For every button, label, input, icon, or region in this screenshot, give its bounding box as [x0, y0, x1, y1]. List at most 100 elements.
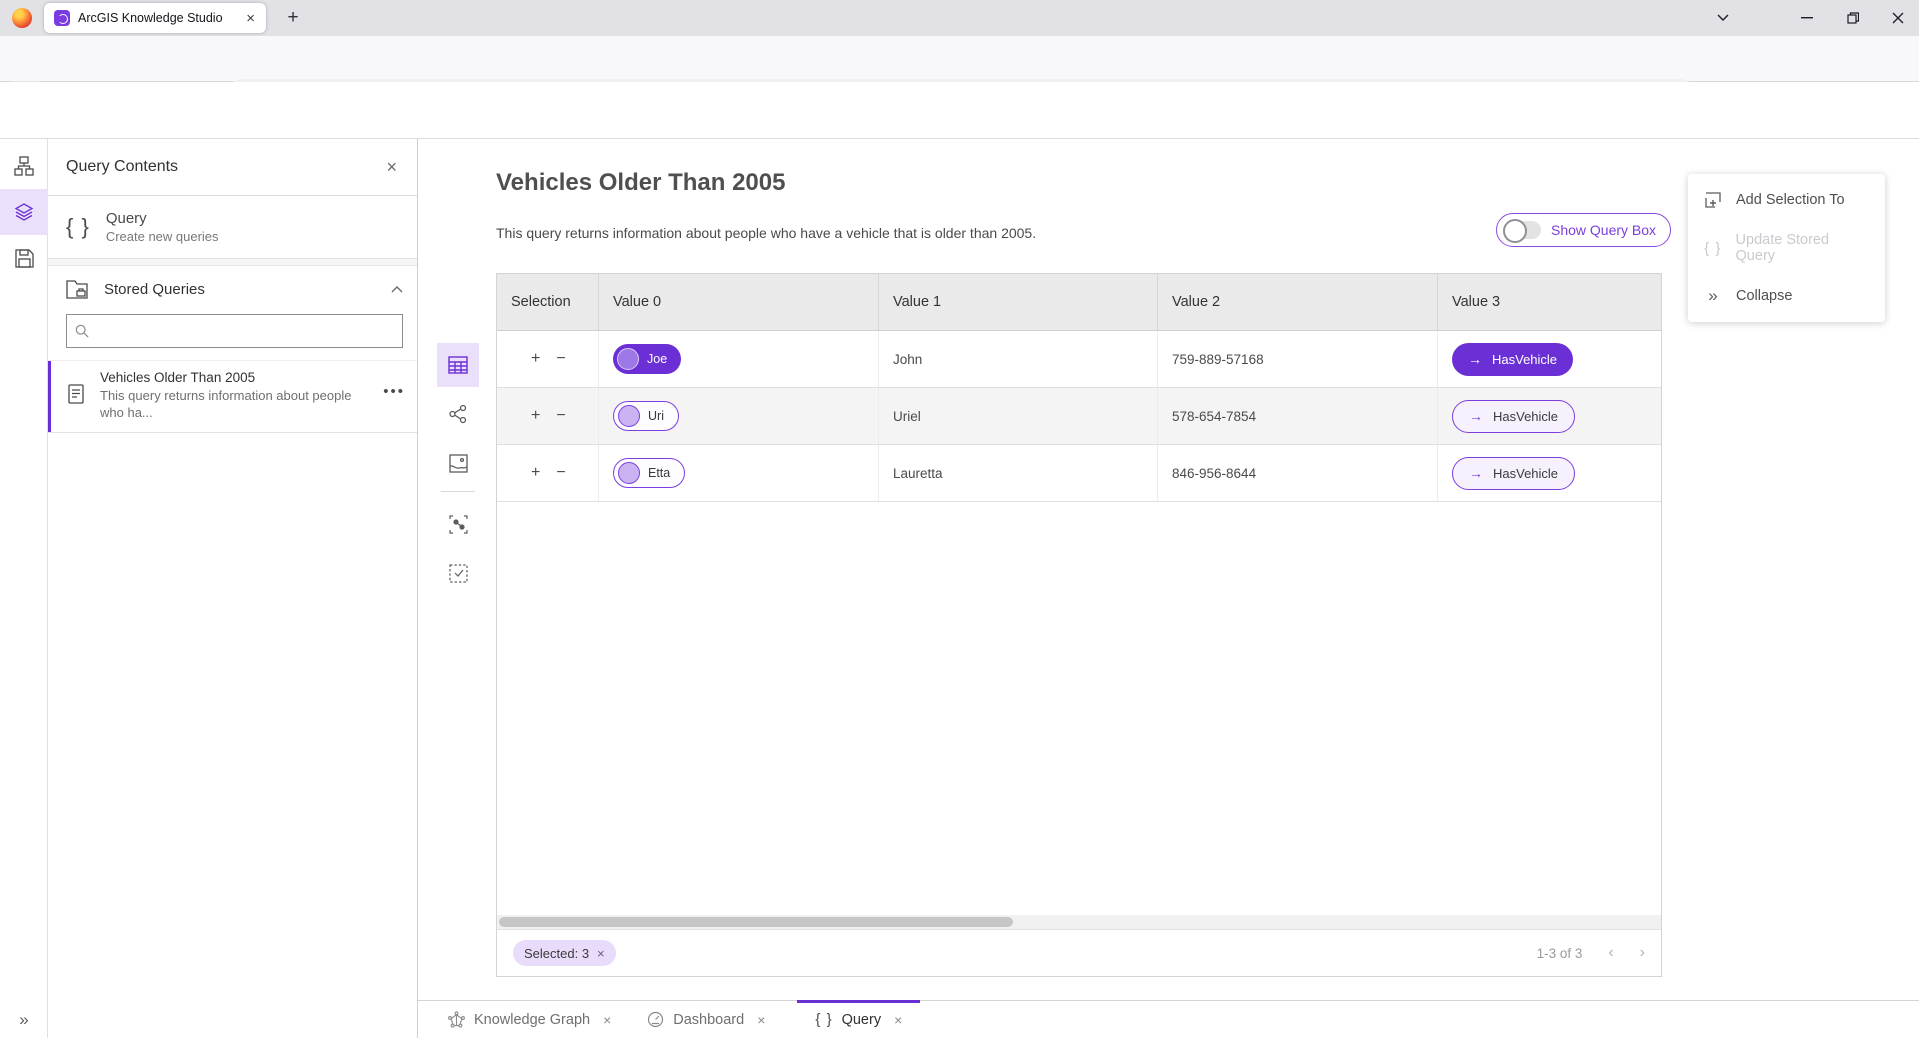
remove-from-selection-button[interactable]: − — [556, 465, 565, 481]
add-to-selection-button[interactable]: + — [531, 465, 540, 481]
show-query-box-toggle[interactable]: Show Query Box — [1496, 213, 1671, 247]
next-page-icon[interactable]: › — [1640, 944, 1645, 962]
arcgis-favicon-icon — [54, 10, 70, 26]
toggle-switch[interactable] — [1505, 221, 1541, 239]
list-tabs-icon[interactable] — [1702, 0, 1744, 36]
query-contents-panel: Query Contents × { } Query Create new qu… — [48, 139, 418, 1038]
result-view-toolbar — [437, 343, 479, 600]
expand-rail-icon[interactable]: » — [0, 1010, 48, 1030]
layers-rail-button[interactable] — [0, 189, 48, 235]
link-chart-view-button[interactable] — [437, 392, 479, 436]
arrow-right-icon: → — [1468, 351, 1482, 367]
arrow-right-icon: → — [1469, 465, 1483, 481]
stored-query-item[interactable]: Vehicles Older Than 2005 This query retu… — [48, 360, 417, 433]
browser-navbar: ← → ↻ https://dev0028833.esri.com/portal… — [0, 36, 1919, 82]
entity-chip[interactable]: Etta — [613, 458, 685, 488]
window-restore-button[interactable] — [1832, 0, 1874, 36]
column-header[interactable]: Value 1 — [879, 274, 1158, 330]
save-rail-button[interactable] — [0, 235, 48, 281]
add-to-selection-button[interactable]: + — [531, 351, 540, 367]
dashboard-gauge-icon — [647, 1011, 664, 1028]
tab-close-icon[interactable]: × — [894, 1012, 902, 1028]
panel-close-icon[interactable]: × — [380, 155, 403, 180]
tab-close-icon[interactable]: × — [603, 1012, 611, 1028]
folder-icon — [66, 280, 88, 299]
tab-query[interactable]: { } Query × — [797, 1001, 920, 1038]
table-row[interactable]: + − Etta Lauretta 846-956-8644 →HasVehic… — [497, 445, 1661, 502]
table-row[interactable]: + − Uri Uriel 578-654-7854 →HasVehicle — [497, 388, 1661, 445]
entity-dot-icon — [618, 405, 640, 427]
entity-chip[interactable]: Uri — [613, 401, 679, 431]
stored-query-title: Vehicles Older Than 2005 — [100, 370, 352, 385]
search-input[interactable] — [97, 324, 394, 339]
cell-value1[interactable]: John — [879, 331, 1158, 387]
table-row[interactable]: + − Joe John 759-889-57168 →HasVehicle — [497, 331, 1661, 388]
toolbar-divider — [441, 491, 475, 492]
query-results-table: Selection Value 0 Value 1 Value 2 Value … — [496, 273, 1662, 977]
braces-icon: { } — [66, 214, 90, 240]
add-to-selection-button[interactable]: + — [531, 408, 540, 424]
relationship-chip[interactable]: →HasVehicle — [1452, 400, 1575, 433]
context-menu: Add Selection To { } Update Stored Query… — [1688, 174, 1885, 322]
query-create-item[interactable]: { } Query Create new queries — [48, 196, 417, 259]
column-header[interactable]: Value 0 — [599, 274, 879, 330]
scrollbar-thumb[interactable] — [499, 917, 1013, 927]
column-header[interactable]: Value 3 — [1438, 274, 1661, 330]
tab-dashboard[interactable]: Dashboard × — [629, 1001, 783, 1038]
entity-dot-icon — [617, 348, 639, 370]
cell-value1[interactable]: Uriel — [879, 388, 1158, 444]
chevron-up-icon[interactable] — [391, 286, 403, 293]
stored-query-search[interactable] — [66, 314, 403, 348]
item-options-icon[interactable]: ••• — [383, 383, 405, 400]
column-header[interactable]: Value 2 — [1158, 274, 1438, 330]
column-header[interactable]: Selection — [497, 274, 599, 330]
data-model-rail-button[interactable] — [0, 143, 48, 189]
stored-queries-title: Stored Queries — [104, 281, 391, 298]
arrow-right-icon: → — [1469, 408, 1483, 424]
add-selection-icon — [1704, 192, 1722, 208]
table-view-button[interactable] — [437, 343, 479, 387]
window-close-button[interactable] — [1877, 0, 1919, 36]
cell-value2[interactable]: 846-956-8644 — [1158, 445, 1438, 501]
stored-queries-header[interactable]: Stored Queries — [48, 266, 417, 312]
horizontal-scrollbar[interactable] — [497, 915, 1661, 929]
workspace: » Query Contents × { } Query Create new … — [0, 139, 1919, 1038]
braces-icon: { } — [1704, 240, 1722, 257]
tab-knowledge-graph[interactable]: Knowledge Graph × — [430, 1001, 629, 1038]
screen: ArcGIS Knowledge Studio × + ← → ↻ http — [0, 0, 1919, 1038]
cell-value1[interactable]: Lauretta — [879, 445, 1158, 501]
query-item-title: Query — [106, 210, 219, 227]
entity-chip[interactable]: Joe — [613, 344, 681, 374]
selection-tools-button[interactable] — [437, 551, 479, 595]
stored-query-description: This query returns information about peo… — [100, 388, 352, 422]
panel-header: Query Contents × — [48, 139, 417, 196]
add-to-map-button[interactable] — [437, 441, 479, 485]
clear-selection-icon[interactable]: × — [597, 946, 605, 961]
panel-title: Query Contents — [66, 158, 380, 176]
add-to-link-chart-button[interactable] — [437, 502, 479, 546]
prev-page-icon[interactable]: ‹ — [1608, 944, 1613, 962]
relationship-chip[interactable]: →HasVehicle — [1452, 457, 1575, 490]
cell-value2[interactable]: 578-654-7854 — [1158, 388, 1438, 444]
table-footer: Selected: 3× 1-3 of 3 ‹ › — [497, 929, 1661, 976]
table-header-row: Selection Value 0 Value 1 Value 2 Value … — [497, 274, 1661, 331]
tab-close-icon[interactable]: × — [243, 10, 258, 27]
remove-from-selection-button[interactable]: − — [556, 408, 565, 424]
browser-tab[interactable]: ArcGIS Knowledge Studio × — [44, 3, 266, 33]
remove-from-selection-button[interactable]: − — [556, 351, 565, 367]
cell-value2[interactable]: 759-889-57168 — [1158, 331, 1438, 387]
menu-item-collapse[interactable]: » Collapse — [1688, 272, 1885, 320]
menu-item-add-selection-to[interactable]: Add Selection To — [1688, 176, 1885, 224]
firefox-icon[interactable] — [12, 8, 32, 28]
query-item-subtitle: Create new queries — [106, 229, 219, 244]
relationship-chip[interactable]: →HasVehicle — [1452, 343, 1573, 376]
new-tab-button[interactable]: + — [280, 5, 306, 31]
app-header: Certification Project ? PL publisher2 la… — [0, 82, 1919, 139]
main-content: Vehicles Older Than 2005 This query retu… — [418, 139, 1919, 1000]
double-chevron-icon: » — [1704, 286, 1722, 306]
browser-tabstrip: ArcGIS Knowledge Studio × + — [0, 0, 1919, 36]
tab-close-icon[interactable]: × — [757, 1012, 765, 1028]
menu-item-update-stored-query[interactable]: { } Update Stored Query — [1688, 224, 1885, 272]
window-minimize-button[interactable] — [1786, 0, 1828, 36]
selected-count-chip[interactable]: Selected: 3× — [513, 940, 616, 966]
